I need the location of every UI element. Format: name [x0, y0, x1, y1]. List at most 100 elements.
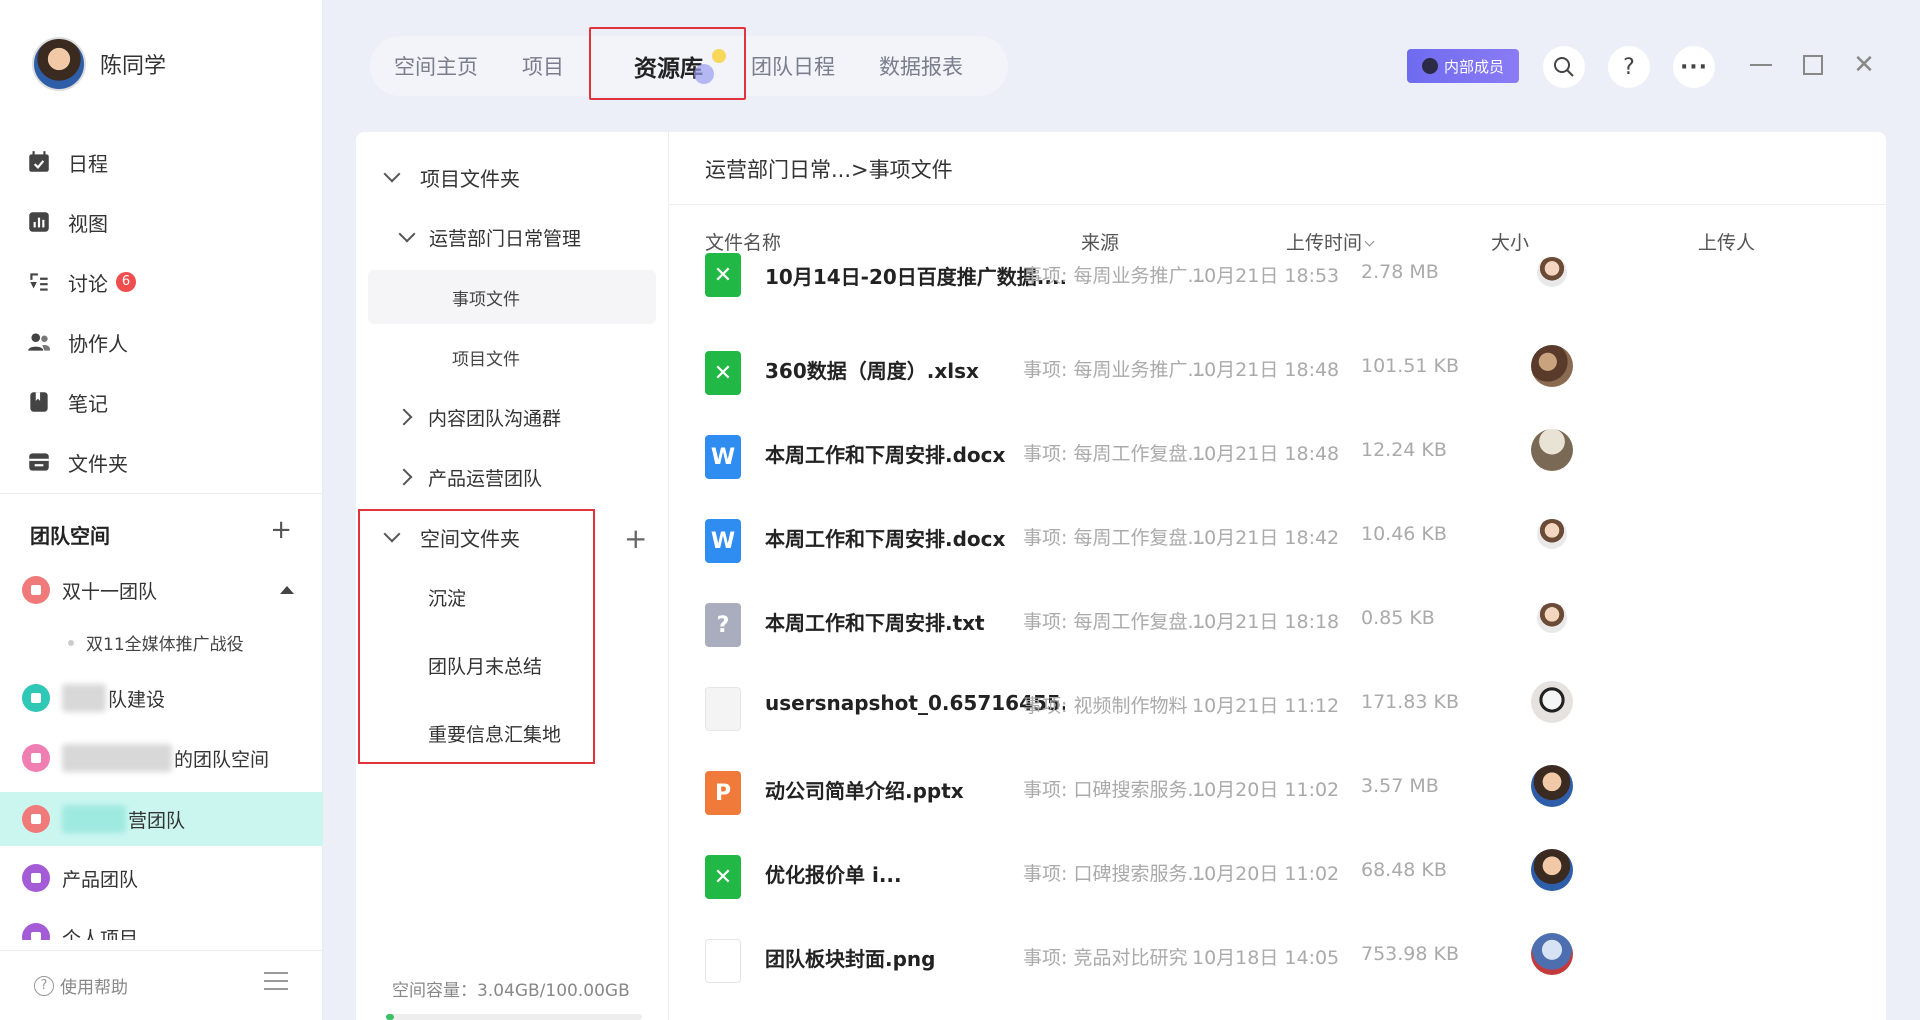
- tab-projects[interactable]: 项目: [522, 51, 564, 81]
- table-row[interactable]: ✕ 10月14日-20日百度推广数据.... 事项: 每周业务推广... 10月…: [705, 253, 1855, 355]
- avatar[interactable]: [1531, 345, 1573, 387]
- file-source[interactable]: 事项: 每周工作复盘...: [1023, 523, 1206, 550]
- table-row[interactable]: W 本周工作和下周安排.docx 事项: 每周工作复盘... 10月21日 18…: [705, 429, 1855, 523]
- avatar[interactable]: [1537, 257, 1567, 287]
- tree-project-folder[interactable]: 项目文件夹: [383, 157, 520, 197]
- file-name[interactable]: 动公司简单介绍.pptx: [765, 775, 1065, 804]
- user-profile[interactable]: 陈同学: [32, 37, 166, 91]
- add-folder-button[interactable]: +: [624, 522, 647, 555]
- file-name[interactable]: usersnapshot_0.65716455...: [765, 691, 1065, 715]
- collapse-icon[interactable]: [280, 586, 294, 594]
- file-name[interactable]: 本周工作和下周安排.docx: [765, 439, 1065, 468]
- file-name[interactable]: 360数据（周度）.xlsx: [765, 355, 1065, 384]
- table-row[interactable]: ? 本周工作和下周安排.txt 事项: 每周工作复盘... 10月21日 18:…: [705, 603, 1855, 691]
- tree-space-child[interactable]: 沉淀: [428, 577, 466, 617]
- docx-file-icon: W: [705, 519, 741, 563]
- nav-label: 文件夹: [68, 451, 128, 476]
- tree-label: 事项文件: [452, 289, 520, 310]
- avatar[interactable]: [1531, 681, 1573, 723]
- avatar[interactable]: [1531, 933, 1573, 975]
- nav-item-schedule[interactable]: 日程: [26, 132, 136, 192]
- file-name[interactable]: 优化报价单 i...: [765, 859, 1065, 888]
- member-badge[interactable]: 内部成员: [1407, 49, 1519, 83]
- file-name[interactable]: 本周工作和下周安排.txt: [765, 607, 1065, 636]
- avatar[interactable]: [1537, 603, 1567, 633]
- file-name[interactable]: 10月14日-20日百度推广数据....: [765, 261, 1065, 290]
- tab-data-reports[interactable]: 数据报表: [879, 51, 963, 81]
- column-header-uploader[interactable]: 上传人: [1698, 228, 1755, 255]
- tree-space-child[interactable]: 重要信息汇集地: [428, 713, 561, 753]
- table-row[interactable]: P 动公司简单介绍.pptx 事项: 口碑搜索服务... 10月20日 11:0…: [705, 765, 1855, 859]
- tree-content-group[interactable]: 内容团队沟通群: [395, 397, 561, 437]
- close-button[interactable]: ✕: [1849, 50, 1879, 80]
- avatar[interactable]: [1531, 429, 1573, 471]
- table-row[interactable]: ✕ 优化报价单 i... 事项: 口碑搜索服务... 10月20日 11:02 …: [705, 849, 1855, 943]
- avatar[interactable]: [1537, 519, 1567, 549]
- chevron-down-icon[interactable]: [383, 525, 401, 543]
- nav-item-folders[interactable]: 文件夹: [26, 432, 136, 492]
- team-icon: [22, 923, 50, 940]
- help-button[interactable]: ?: [1608, 46, 1650, 88]
- file-source[interactable]: 事项: 每周业务推广...: [1023, 261, 1206, 288]
- chevron-right-icon[interactable]: [395, 468, 413, 486]
- xlsx-file-icon: ✕: [705, 855, 741, 899]
- table-row[interactable]: usersnapshot_0.65716455... 事项: 视频制作物料 10…: [705, 681, 1855, 775]
- chevron-right-icon[interactable]: [395, 408, 413, 426]
- breadcrumb[interactable]: 运营部门日常...>事项文件: [705, 154, 953, 184]
- team-item-personal[interactable]: 个人项目: [22, 912, 322, 940]
- tree-item-files[interactable]: 事项文件: [452, 277, 520, 317]
- column-header-name[interactable]: 文件名称: [705, 228, 781, 255]
- file-source[interactable]: 事项: 每周工作复盘...: [1023, 607, 1206, 634]
- team-item-double11[interactable]: 双十一团队: [22, 566, 322, 614]
- chevron-down-icon[interactable]: [398, 225, 416, 243]
- nav-item-notes[interactable]: 笔记: [26, 372, 136, 432]
- nav-item-discussion[interactable]: 讨论 6: [26, 252, 136, 312]
- help-link[interactable]: ? 使用帮助: [34, 973, 128, 998]
- file-upload-time: 10月21日 18:18: [1192, 611, 1340, 633]
- tree-ops-daily[interactable]: 运营部门日常管理: [398, 217, 581, 257]
- team-item-space[interactable]: 的团队空间: [22, 734, 322, 782]
- team-item-ops[interactable]: 营团队: [22, 795, 322, 843]
- avatar[interactable]: [32, 37, 86, 91]
- team-item-product[interactable]: 产品团队: [22, 854, 322, 902]
- tree-product-ops[interactable]: 产品运营团队: [395, 457, 542, 497]
- discussion-icon: [30, 273, 48, 291]
- file-source[interactable]: 事项: 视频制作物料: [1023, 691, 1187, 718]
- hamburger-menu-icon[interactable]: [264, 972, 288, 996]
- avatar[interactable]: [1531, 849, 1573, 891]
- tree-project-files[interactable]: 项目文件: [452, 337, 520, 377]
- file-name[interactable]: 团队板块封面.png: [765, 943, 1065, 972]
- file-source[interactable]: 事项: 每周业务推广...: [1023, 355, 1206, 382]
- table-row[interactable]: ✕ 360数据（周度）.xlsx 事项: 每周业务推广... 10月21日 18…: [705, 345, 1855, 439]
- add-team-button[interactable]: +: [270, 517, 292, 549]
- maximize-button[interactable]: [1798, 50, 1828, 80]
- table-row[interactable]: 团队板块封面.png 事项: 竞品对比研究 10月18日 14:05 753.9…: [705, 933, 1855, 1020]
- nav-item-view[interactable]: 视图: [26, 192, 136, 252]
- redacted-text: [62, 744, 172, 772]
- file-source[interactable]: 事项: 口碑搜索服务...: [1023, 859, 1206, 886]
- bar-chart-icon: [29, 212, 49, 232]
- nav-item-collaborators[interactable]: 协作人: [26, 312, 136, 372]
- column-header-size[interactable]: 大小: [1491, 228, 1529, 255]
- avatar[interactable]: [1531, 765, 1573, 807]
- team-sub-item[interactable]: 双11全媒体推广战役: [68, 630, 244, 655]
- more-button[interactable]: ···: [1673, 46, 1715, 88]
- file-name[interactable]: 本周工作和下周安排.docx: [765, 523, 1065, 552]
- team-icon: [22, 805, 50, 833]
- file-source[interactable]: 事项: 竞品对比研究: [1023, 943, 1187, 970]
- file-upload-time: 10月21日 18:48: [1192, 443, 1340, 465]
- table-row[interactable]: W 本周工作和下周安排.docx 事项: 每周工作复盘... 10月21日 18…: [705, 519, 1855, 607]
- tab-team-schedule[interactable]: 团队日程: [751, 51, 835, 81]
- tree-space-folder[interactable]: 空间文件夹: [383, 517, 520, 557]
- column-header-source[interactable]: 来源: [1081, 228, 1119, 255]
- file-source[interactable]: 事项: 口碑搜索服务...: [1023, 775, 1206, 802]
- chevron-down-icon[interactable]: [383, 165, 401, 183]
- minimize-button[interactable]: [1746, 50, 1776, 80]
- tab-space-home[interactable]: 空间主页: [394, 51, 478, 81]
- team-item-team-building[interactable]: 队建设: [22, 674, 322, 722]
- column-header-time[interactable]: 上传时间: [1286, 228, 1375, 255]
- tree-space-child[interactable]: 团队月末总结: [428, 645, 542, 685]
- search-button[interactable]: [1543, 46, 1585, 88]
- file-source[interactable]: 事项: 每周工作复盘...: [1023, 439, 1206, 466]
- redacted-text: [62, 805, 126, 833]
